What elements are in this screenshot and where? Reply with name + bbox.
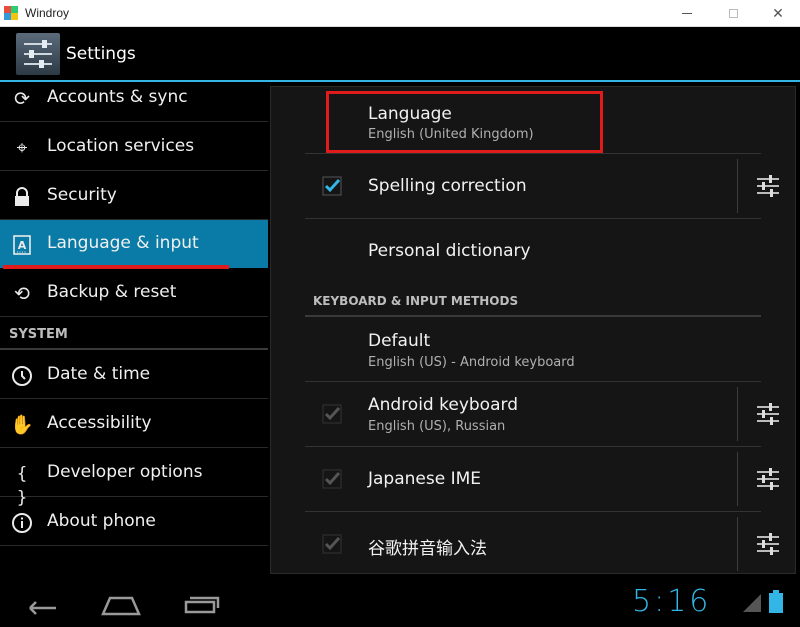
sidebar-item-location-services[interactable]: ⌖ Location services [0, 123, 268, 171]
sidebar-item-backup-reset[interactable]: ⟲ Backup & reset [0, 269, 268, 317]
minimize-button[interactable] [664, 0, 710, 27]
sidebar-item-label: About phone [47, 511, 156, 531]
settings-sidebar: ⟳ Accounts & sync ⌖ Location services Se… [0, 82, 268, 578]
vertical-divider [737, 452, 738, 506]
spelling-correction-setting[interactable]: Spelling correction [305, 154, 779, 218]
lock-icon [10, 185, 34, 209]
recent-apps-icon [184, 596, 220, 614]
settings-tune-icon[interactable] [755, 401, 781, 427]
sidebar-item-security[interactable]: Security [0, 172, 268, 220]
sidebar-item-label: Language & input [47, 233, 199, 253]
close-button[interactable]: ✕ [755, 0, 800, 27]
sidebar-item-label: Security [47, 185, 117, 205]
vertical-divider [737, 517, 738, 571]
section-header-label: SYSTEM [9, 327, 68, 342]
braces-icon: { } [16, 464, 28, 508]
japanese-ime-title: Japanese IME [368, 469, 482, 489]
minimize-icon [682, 13, 692, 14]
language-input-panel: Language English (United Kingdom) Spelli… [270, 86, 796, 574]
sidebar-item-label: Accessibility [47, 413, 152, 433]
sidebar-item-label: Accounts & sync [47, 87, 188, 107]
signal-icon [741, 592, 763, 618]
window-titlebar: Windroy ✕ [0, 0, 800, 27]
dictionary-title: Personal dictionary [368, 241, 531, 261]
page-title: Settings [66, 44, 136, 64]
default-summary: English (US) - Android keyboard [368, 355, 575, 370]
vertical-divider [737, 387, 738, 441]
recent-apps-button[interactable] [182, 588, 222, 618]
sidebar-item-language-input[interactable]: A Language & input [0, 220, 268, 268]
window-title: Windroy [25, 6, 70, 20]
sync-icon: ⟳ [14, 88, 30, 110]
sidebar-item-label: Location services [47, 136, 195, 156]
backup-icon: ⟲ [14, 283, 30, 305]
default-input-setting[interactable]: Default English (US) - Android keyboard [305, 317, 761, 381]
language-highlight-box [326, 91, 603, 153]
location-icon: ⌖ [16, 137, 28, 159]
personal-dictionary-setting[interactable]: Personal dictionary [305, 219, 761, 283]
back-button[interactable] [22, 588, 62, 618]
sidebar-item-label: Developer options [47, 462, 203, 482]
vertical-divider [737, 159, 738, 213]
section-header-keyboard: KEYBOARD & INPUT METHODS [313, 294, 519, 308]
settings-sliders-icon[interactable] [16, 33, 60, 75]
system-navigation-bar: 5:16 [0, 578, 800, 627]
android-keyboard-title: Android keyboard [368, 395, 518, 415]
home-button[interactable] [100, 588, 142, 618]
language-icon: A [10, 233, 34, 257]
status-clock: 5:16 [632, 584, 712, 619]
android-keyboard-checkbox[interactable] [322, 404, 342, 424]
google-pinyin-title: 谷歌拼音输入法 [368, 539, 487, 559]
sidebar-item-accounts-sync[interactable]: ⟳ Accounts & sync [0, 74, 268, 122]
sidebar-item-accessibility[interactable]: ✋ Accessibility [0, 400, 268, 448]
settings-tune-icon[interactable] [755, 531, 781, 557]
sidebar-item-label: Date & time [47, 364, 151, 384]
back-icon [29, 601, 56, 615]
clock-icon [10, 364, 34, 388]
default-title: Default [368, 331, 431, 351]
sidebar-item-date-time[interactable]: Date & time [0, 351, 268, 399]
action-bar: Settings [0, 27, 800, 81]
maximize-icon [728, 9, 738, 18]
android-keyboard-summary: English (US), Russian [368, 419, 506, 434]
windroy-app-icon [4, 6, 18, 20]
google-pinyin-setting[interactable]: 谷歌拼音输入法 [305, 512, 779, 574]
maximize-button[interactable] [710, 0, 756, 27]
battery-icon [768, 590, 784, 618]
settings-tune-icon[interactable] [755, 466, 781, 492]
spelling-checkbox[interactable] [322, 176, 342, 196]
app-window: Windroy ✕ Settings ⟳ Accounts & sync ⌖ L… [0, 0, 800, 627]
home-icon [101, 596, 141, 616]
sidebar-item-label: Backup & reset [47, 282, 177, 302]
settings-tune-icon[interactable] [755, 173, 781, 199]
japanese-ime-setting[interactable]: Japanese IME [305, 447, 779, 511]
section-header-system: SYSTEM [0, 322, 268, 350]
japanese-ime-checkbox[interactable] [322, 469, 342, 489]
hand-icon: ✋ [10, 414, 34, 436]
google-pinyin-checkbox[interactable] [322, 534, 342, 554]
android-keyboard-setting[interactable]: Android keyboard English (US), Russian [305, 382, 779, 446]
svg-text:A: A [18, 239, 27, 252]
spelling-title: Spelling correction [368, 176, 527, 196]
close-icon: ✕ [772, 5, 784, 22]
sidebar-item-about-phone[interactable]: About phone [0, 498, 268, 546]
sidebar-item-developer-options[interactable]: { } Developer options [0, 449, 268, 508]
info-icon [10, 511, 34, 535]
